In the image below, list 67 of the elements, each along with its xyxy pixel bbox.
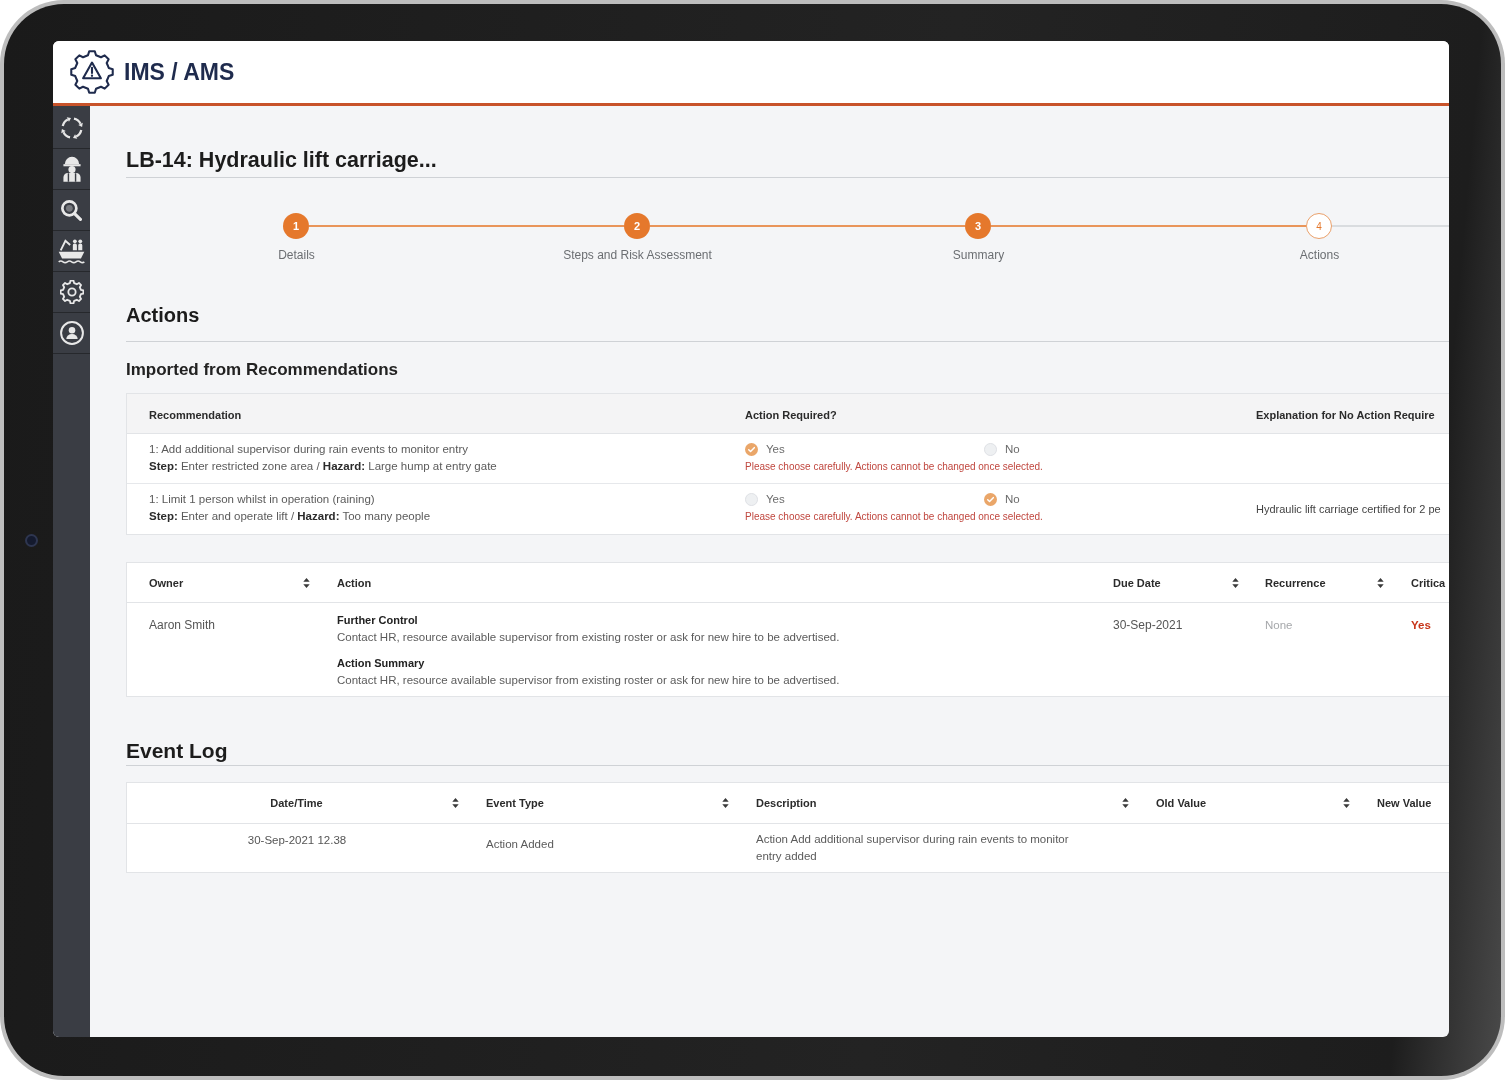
column-header: Old Value [1156, 796, 1207, 810]
step-label: Summary [952, 248, 1005, 262]
app-logo-text: IMS / AMS [124, 58, 235, 86]
owner-name: Aaron Smith [149, 618, 216, 632]
recommendation-detail: Step: Enter and operate lift / Hazard: Too many people [149, 509, 431, 524]
step-indicator[interactable]: 2 [624, 213, 650, 239]
radio-icon[interactable] [745, 493, 758, 506]
step-label: Steps and Risk Assessment [563, 248, 712, 262]
warning-text: Please choose carefully. Actions cannot be changed once selected. [745, 460, 1043, 474]
radio-option[interactable]: Yes [745, 441, 785, 458]
gear-warning-logo-icon [69, 49, 115, 95]
radio-option[interactable]: No [984, 441, 1020, 458]
recommendation-detail: Step: Enter restricted zone area / Hazard: Large hump at entry gate [149, 459, 497, 474]
settings-icon[interactable] [59, 280, 84, 304]
action-text: Contact HR, resource available supervisor from existing roster or ask for new hire to be advertised. [337, 630, 840, 645]
column-header: Action Required? [745, 408, 837, 421]
section-heading: Actions [126, 303, 200, 328]
step-indicator[interactable]: 1 [283, 213, 309, 239]
sort-icon[interactable] [1343, 798, 1350, 808]
page-title: LB-14: Hydraulic lift carriage... [126, 147, 437, 174]
refresh-icon[interactable] [59, 116, 84, 140]
action-title: Further Control [337, 613, 418, 628]
column-header: Critica [1411, 575, 1446, 590]
step-indicator[interactable]: 3 [965, 213, 991, 239]
camera-icon [25, 533, 38, 547]
warning-text: Please choose carefully. Actions cannot be changed once selected. [745, 510, 1043, 524]
section-heading: Event Log [126, 738, 228, 764]
column-header: Description [756, 796, 817, 810]
radio-checked-icon[interactable] [984, 493, 997, 506]
event-type: Action Added [486, 838, 554, 850]
action-title: Action Summary [337, 656, 425, 671]
radio-option[interactable]: Yes [745, 491, 785, 508]
radio-checked-icon[interactable] [745, 443, 758, 456]
sort-icon[interactable] [722, 798, 729, 808]
column-header: Action [337, 575, 372, 590]
column-header: Date/Time [270, 796, 323, 810]
critical-value: Yes [1411, 619, 1431, 631]
radio-icon[interactable] [984, 443, 997, 456]
worker-icon[interactable] [61, 156, 82, 182]
column-header: Explanation for No Action Require [1256, 408, 1435, 421]
column-header: Recurrence [1265, 575, 1326, 590]
column-header: New Value [1377, 796, 1432, 810]
sort-icon[interactable] [1377, 577, 1384, 588]
sort-icon[interactable] [452, 798, 459, 808]
column-header: Recommendation [149, 408, 242, 421]
column-header: Owner [149, 575, 184, 590]
action-text: Contact HR, resource available supervisor from existing roster or ask for new hire to be advertised. [337, 673, 840, 688]
due-date: 30-Sep-2021 [1113, 618, 1183, 632]
step-label: Details [278, 248, 315, 262]
search-icon[interactable] [61, 199, 82, 221]
section-subheading: Imported from Recommendations [126, 359, 399, 381]
explanation-text: Hydraulic lift carriage certified for 2 pe [1256, 502, 1441, 516]
recommendation-text: 1: Limit 1 person whilst in operation (raining) [149, 492, 375, 507]
step-indicator[interactable]: 4 [1306, 213, 1332, 239]
sort-icon[interactable] [1122, 798, 1129, 808]
step-label: Actions [1299, 248, 1340, 262]
event-date: 30-Sep-2021 12.38 [247, 833, 347, 848]
ship-icon[interactable] [58, 238, 85, 264]
recurrence-value: None [1265, 619, 1293, 631]
radio-option[interactable]: No [984, 491, 1020, 508]
sort-icon[interactable] [303, 577, 310, 588]
event-description: Action Add additional supervisor during rain events to monitor entry added [756, 832, 1070, 864]
recommendation-text: 1: Add additional supervisor during rain events to monitor entry [149, 442, 468, 457]
column-header: Due Date [1113, 575, 1161, 590]
column-header: Event Type [486, 796, 544, 810]
sort-icon[interactable] [1232, 577, 1239, 588]
user-icon[interactable] [59, 321, 84, 345]
